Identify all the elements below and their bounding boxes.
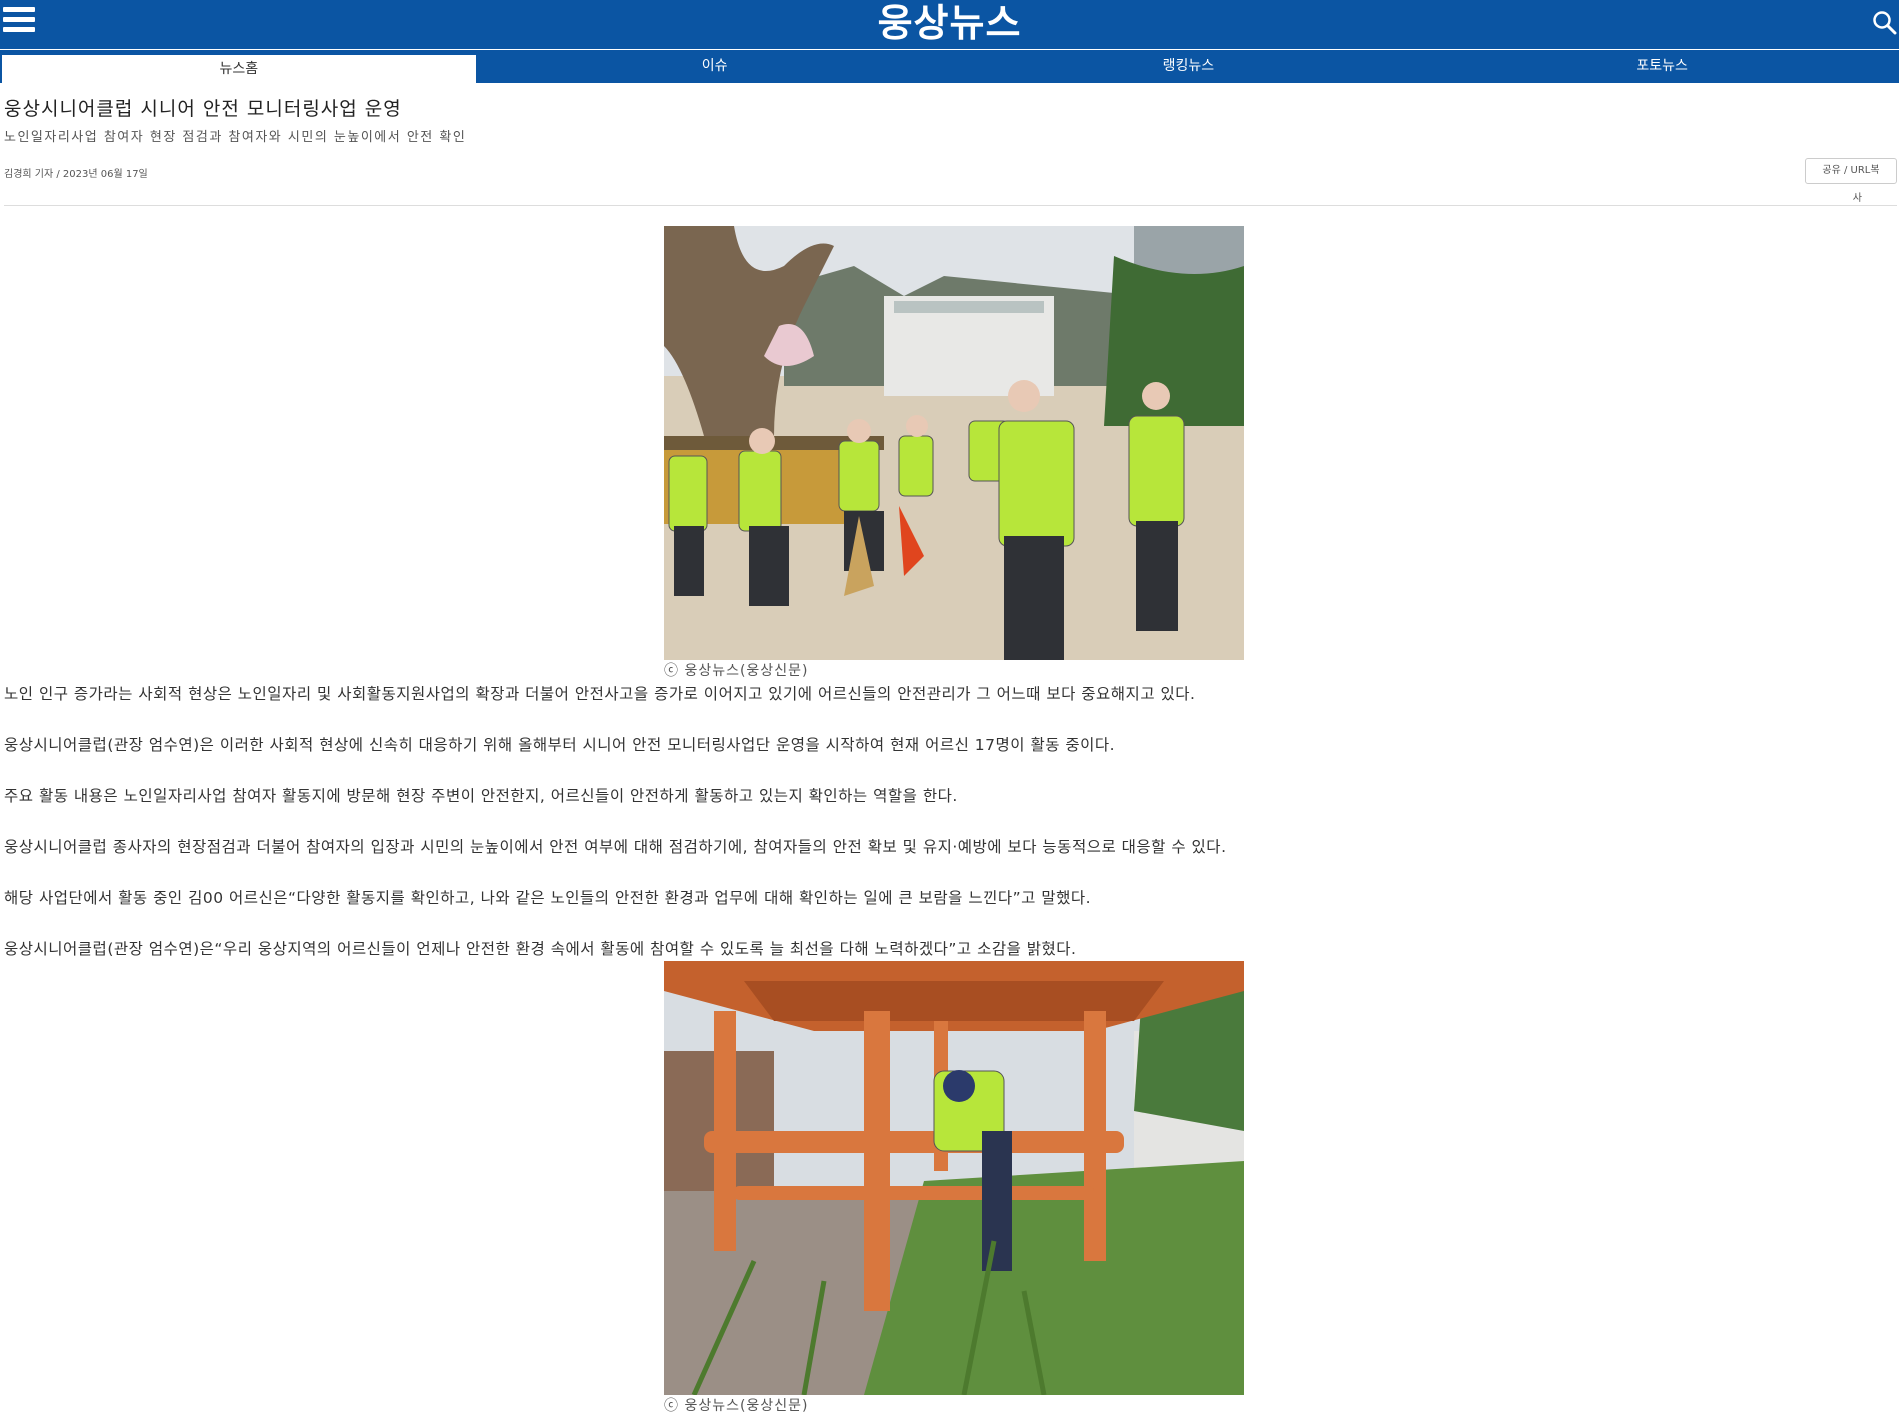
tab-photo-news[interactable]: 포토뉴스 — [1425, 50, 1899, 83]
article-paragraph: 해당 사업단에서 활동 중인 김00 어르신은“다양한 활동지를 확인하고, 나… — [4, 889, 1092, 907]
article-byline: 김경희 기자 / 2023년 06월 17일 — [4, 169, 148, 180]
photo-caption-2: ⓒ 웅상뉴스(웅상신문) — [664, 1398, 809, 1414]
article-paragraph: 노인 인구 증가라는 사회적 현상은 노인일자리 및 사회활동지원사업의 확장과… — [4, 685, 1196, 703]
article-subtitle: 노인일자리사업 참여자 현장 점검과 참여자와 시민의 눈높이에서 안전 확인 — [4, 130, 467, 145]
top-header-bar: 웅상뉴스 — [0, 0, 1899, 49]
article-paragraph: 웅상시니어클럽(관장 엄수연)은“우리 웅상지역의 어르신들이 언제나 안전한 … — [4, 940, 1077, 958]
site-logo[interactable]: 웅상뉴스 — [0, 0, 1899, 49]
article-photo-1[interactable] — [664, 226, 1244, 660]
article-header: 웅상시니어클럽 시니어 안전 모니터링사업 운영 노인일자리사업 참여자 현장 … — [4, 96, 1894, 145]
main-nav: 뉴스홈 이슈 랭킹뉴스 포토뉴스 — [0, 50, 1899, 83]
article-paragraph: 웅상시니어클럽(관장 엄수연)은 이러한 사회적 현상에 신속히 대응하기 위해… — [4, 736, 1116, 754]
header-divider — [4, 205, 1897, 206]
tab-news-home[interactable]: 뉴스홈 — [2, 55, 476, 83]
article-photo-2[interactable] — [664, 961, 1244, 1395]
tab-issue[interactable]: 이슈 — [478, 50, 952, 83]
photo-caption-1: ⓒ 웅상뉴스(웅상신문) — [664, 663, 809, 679]
tab-ranking-news[interactable]: 랭킹뉴스 — [952, 50, 1426, 83]
search-icon[interactable] — [1871, 9, 1897, 35]
article-title: 웅상시니어클럽 시니어 안전 모니터링사업 운영 — [4, 98, 402, 120]
share-button-label-overflow: 사 — [1852, 193, 1862, 204]
article-paragraph: 주요 활동 내용은 노인일자리사업 참여자 활동지에 방문해 현장 주변이 안전… — [4, 787, 958, 805]
article-paragraph: 웅상시니어클럽 종사자의 현장점검과 더불어 참여자의 입장과 시민의 눈높이에… — [4, 838, 1227, 856]
share-url-copy-button[interactable]: 공유 / URL복 — [1805, 158, 1897, 184]
